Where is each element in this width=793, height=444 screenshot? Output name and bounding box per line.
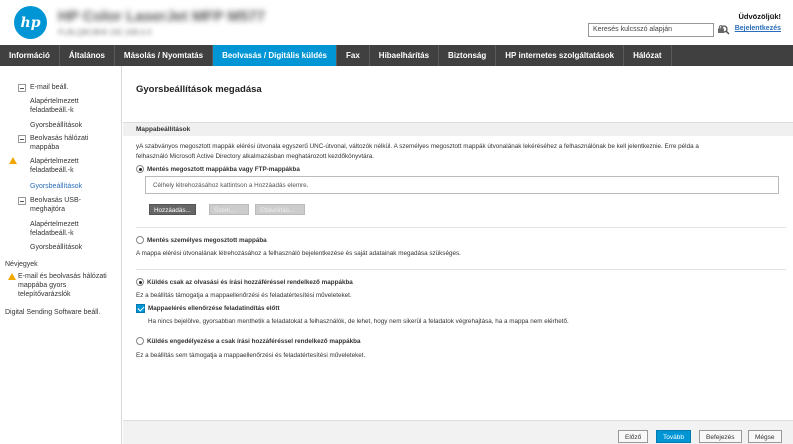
radio-write-only-label[interactable]: Küldés engedélyezése a csak írási hozzáf… bbox=[147, 338, 361, 345]
sidebar-item-email-defaults[interactable]: Alapértelmezett bbox=[30, 97, 79, 106]
sidebar-item-network-defaults[interactable]: Alapértelmezett bbox=[30, 157, 79, 166]
collapse-icon[interactable] bbox=[18, 197, 26, 205]
divider bbox=[136, 269, 786, 270]
warning-icon bbox=[8, 273, 16, 280]
sidebar-item-setup-wizard[interactable]: E-mail és beolvasás hálózati bbox=[18, 272, 107, 281]
radio-shared-ftp-label[interactable]: Mentés megosztott mappákba vagy FTP-mapp… bbox=[147, 166, 300, 173]
sidebar-item-network-quick[interactable]: Gyorsbeállítások bbox=[30, 182, 82, 191]
intro-text-line2: felhasználó Microsoft Active Directory a… bbox=[136, 153, 374, 160]
tab-copy-print[interactable]: Másolás / Nyomtatás bbox=[115, 45, 214, 66]
sidebar-item-setup-wizard-line2[interactable]: mappába gyors bbox=[18, 281, 66, 290]
sidebar-item-usb-defaults-line2[interactable]: feladatbeáll.-k bbox=[30, 229, 74, 238]
lock-icon bbox=[717, 25, 725, 33]
previous-button[interactable]: Előző bbox=[618, 430, 649, 443]
radio-shared-ftp[interactable] bbox=[136, 165, 144, 173]
sidebar-item-usb[interactable]: Beolvasás USB- bbox=[30, 196, 81, 205]
sidebar-item-dss[interactable]: Digital Sending Software beáll. bbox=[5, 308, 100, 317]
finish-button[interactable]: Befejezés bbox=[699, 430, 742, 443]
welcome-text: Üdvözöljük! bbox=[738, 12, 782, 21]
footer: Előző Tovább Befejezés Mégse bbox=[123, 420, 793, 444]
collapse-icon[interactable] bbox=[18, 135, 26, 143]
printer-subtitle: FL8LQ8C8K8 192.168.0.0 bbox=[58, 28, 152, 37]
cancel-button[interactable]: Mégse bbox=[748, 430, 782, 443]
page-title: Gyorsbeállítások megadása bbox=[136, 84, 262, 95]
tab-general[interactable]: Általános bbox=[60, 45, 115, 66]
personal-folder-desc: A mappa elérési útvonalának létrehozásáh… bbox=[136, 250, 461, 257]
tab-scan-digital-send[interactable]: Beolvasás / Digitális küldés bbox=[213, 45, 337, 66]
login-link[interactable]: Bejelentkezés bbox=[735, 25, 781, 32]
sidebar-item-network-defaults-line2[interactable]: feladatbeáll.-k bbox=[30, 166, 74, 175]
radio-read-write-label[interactable]: Küldés csak az olvasási és írási hozzáfé… bbox=[147, 279, 353, 286]
sidebar-item-usb-quick[interactable]: Gyorsbeállítások bbox=[30, 243, 82, 252]
search-input[interactable]: Keresés kulcsszó alapján bbox=[588, 23, 714, 37]
radio-personal-folder-label[interactable]: Mentés személyes megosztott mappába bbox=[147, 237, 267, 244]
sidebar-item-setup-wizard-line3[interactable]: telepítővarázslók bbox=[18, 290, 71, 299]
verify-folder-checkbox[interactable] bbox=[136, 304, 145, 313]
tab-hp-web-services[interactable]: HP internetes szolgáltatások bbox=[496, 45, 625, 66]
section-title: Mappabeállítások bbox=[136, 126, 191, 133]
tab-network[interactable]: Hálózat bbox=[624, 45, 672, 66]
divider bbox=[136, 227, 786, 228]
sidebar-item-network-folder[interactable]: Beolvasás hálózati bbox=[30, 134, 88, 143]
sidebar-item-usb-defaults[interactable]: Alapértelmezett bbox=[30, 220, 79, 229]
sidebar-item-email-defaults-line2[interactable]: feladatbeáll.-k bbox=[30, 106, 74, 115]
destination-placeholder: Célhely létrehozásához kattintson a Hozz… bbox=[153, 182, 309, 189]
printer-title: HP Color LaserJet MFP M577 bbox=[58, 8, 266, 25]
warning-icon bbox=[9, 157, 17, 164]
radio-personal-folder[interactable] bbox=[136, 236, 144, 244]
sidebar-item-contacts[interactable]: Névjegyek bbox=[5, 260, 38, 269]
remove-button[interactable]: Eltávolítás... bbox=[255, 204, 305, 215]
write-only-desc: Ez a beállítás sem támogatja a mappaelle… bbox=[136, 352, 366, 359]
sidebar: E-mail beáll. Alapértelmezett feladatbeá… bbox=[0, 66, 122, 444]
radio-write-only[interactable] bbox=[136, 337, 144, 345]
tab-troubleshooting[interactable]: Hibaelhárítás bbox=[370, 45, 440, 66]
tab-info[interactable]: Információ bbox=[0, 45, 60, 66]
main-content: Gyorsbeállítások megadása Mappabeállítás… bbox=[123, 66, 793, 420]
tab-fax[interactable]: Fax bbox=[337, 45, 370, 66]
sidebar-item-network-folder-line2[interactable]: mappába bbox=[30, 143, 59, 152]
hp-logo: hp bbox=[14, 6, 47, 39]
header: hp HP Color LaserJet MFP M577 FL8LQ8C8K8… bbox=[0, 0, 793, 45]
read-write-desc: Ez a beállítás támogatja a mappaellenőrz… bbox=[136, 292, 352, 299]
sidebar-item-email[interactable]: E-mail beáll. bbox=[30, 83, 69, 92]
section-header: Mappabeállítások bbox=[123, 122, 793, 136]
edit-button[interactable]: Szerk... bbox=[209, 204, 249, 215]
sidebar-item-usb-line2[interactable]: meghajtóra bbox=[30, 205, 65, 214]
verify-folder-desc: Ha nincs bejelölve, gyorsabban menthetik… bbox=[148, 318, 569, 325]
radio-read-write[interactable] bbox=[136, 278, 144, 286]
add-button[interactable]: Hozzáadás... bbox=[149, 204, 196, 215]
main-nav: Információ Általános Másolás / Nyomtatás… bbox=[0, 45, 793, 66]
verify-folder-label[interactable]: Mappaelérés ellenőrzése feladatindítás e… bbox=[148, 305, 280, 312]
sidebar-item-email-quick[interactable]: Gyorsbeállítások bbox=[30, 121, 82, 130]
collapse-icon[interactable] bbox=[18, 84, 26, 92]
next-button[interactable]: Tovább bbox=[656, 430, 691, 443]
tab-security[interactable]: Biztonság bbox=[439, 45, 497, 66]
intro-text-line1: yA szabványos megosztott mappák elérési … bbox=[136, 143, 699, 150]
destination-list[interactable]: Célhely létrehozásához kattintson a Hozz… bbox=[145, 176, 779, 194]
